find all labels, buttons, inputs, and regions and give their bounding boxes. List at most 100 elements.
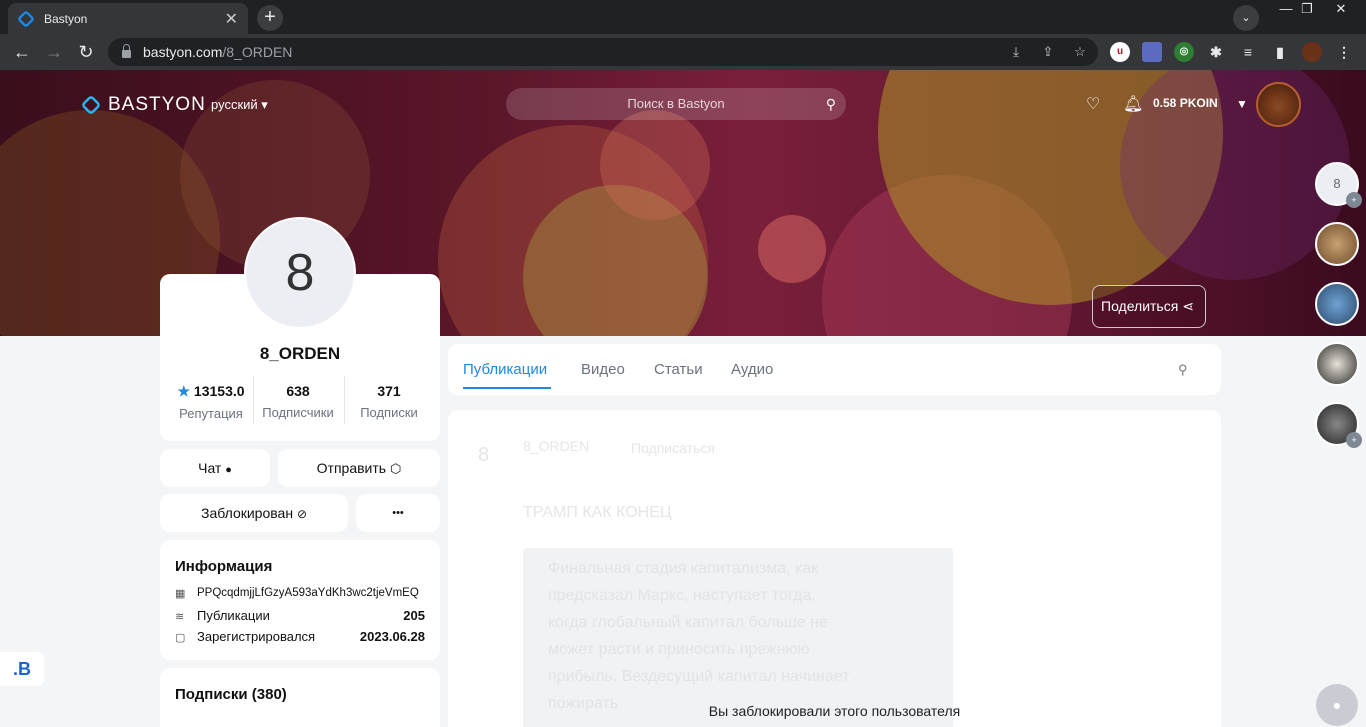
post-card: 8 8_ORDEN Подписаться ТРАМП КАК КОНЕЦ Фи…: [448, 410, 1221, 727]
extensions-puzzle-icon[interactable]: ✱: [1206, 42, 1226, 62]
browser-tab-bar: Bastyon ✕ + ⌄ — ❐ ✕: [0, 0, 1366, 34]
stat-following[interactable]: 371 Подписки: [343, 383, 435, 420]
reputation-label: Репутация: [179, 406, 243, 421]
blocked-message: Вы заблокировали этого пользователя: [708, 703, 961, 719]
search-placeholder: Поиск в Bastyon: [627, 96, 725, 111]
browser-menu-icon[interactable]: ⋮: [1334, 42, 1354, 62]
content-tabs: [448, 344, 1221, 395]
globe-extension-icon[interactable]: ◎: [1174, 42, 1194, 62]
rail-avatar[interactable]: [1315, 282, 1359, 326]
send-label: Отправить: [316, 460, 387, 476]
registered-row: ▢ Зарегистрировался 2023.06.28: [175, 629, 425, 644]
new-tab-button[interactable]: +: [257, 5, 283, 31]
browser-toolbar: ← → ↻ bastyon.com/8_ORDEN ⤓ ⇪ ☆ u ◎ ✱ ≡ …: [0, 34, 1366, 70]
registered-value: 2023.06.28: [359, 629, 425, 644]
bookmark-star-icon[interactable]: ☆: [1072, 44, 1088, 60]
publications-value: 205: [403, 608, 425, 623]
url-host: bastyon.com: [143, 44, 223, 60]
post-line: может расти и приносить прежнюю: [548, 641, 810, 658]
tab-video[interactable]: Видео: [581, 361, 625, 378]
chat-label: Чат: [198, 460, 222, 476]
logo-text: BASTYON: [108, 94, 206, 115]
color-extension-icon[interactable]: [1142, 42, 1162, 62]
pkoin-icon: ⬡: [389, 461, 402, 476]
share-page-icon[interactable]: ⇪: [1040, 44, 1056, 60]
calendar-icon: ▢: [175, 631, 186, 644]
share-button[interactable]: Поделиться ⋖: [1092, 285, 1206, 328]
stat-reputation: ★ 13153.0 Репутация: [165, 383, 257, 421]
url-path: /8_ORDEN: [222, 44, 293, 60]
add-user-icon[interactable]: +: [1346, 432, 1362, 448]
publications-row: ≋ Публикации 205: [175, 608, 425, 623]
bastyon-logo-icon: [80, 94, 102, 116]
address-row: ▦ PPQcqdmjjLfGzyA593aYdKh3wc2tjeVmEQ: [175, 587, 425, 600]
wallet-balance[interactable]: 0.58 PKOIN: [1153, 96, 1218, 110]
restore-icon[interactable]: ❐: [1292, 0, 1322, 18]
blocked-button[interactable]: Заблокирован ⊘: [160, 494, 348, 532]
bell-icon[interactable]: 🔔︎: [1123, 94, 1143, 114]
tab-close-icon[interactable]: ✕: [225, 9, 238, 29]
language-selector[interactable]: русский ▾: [211, 97, 268, 113]
add-user-icon[interactable]: +: [1346, 192, 1362, 208]
language-label: русский: [211, 97, 258, 112]
qr-code-icon: ▦: [175, 588, 186, 600]
search-input[interactable]: Поиск в Bastyon ⚲: [506, 88, 846, 120]
post-title: ТРАМП КАК КОНЕЦ: [523, 504, 672, 521]
media-control-icon[interactable]: ≡: [1238, 42, 1258, 62]
star-icon: ★: [177, 383, 191, 399]
info-card: Информация ▦ PPQcqdmjjLfGzyA593aYdKh3wc2…: [160, 540, 440, 660]
bastyon-logo[interactable]: BASTYON: [80, 94, 206, 116]
post-line: прибыль. Вездесущий капитал начинает: [548, 668, 850, 685]
profile-avatar-icon[interactable]: [1302, 42, 1322, 62]
rail-avatar[interactable]: [1315, 222, 1359, 266]
post-line: Финальная стадия капитализма, как: [548, 560, 819, 577]
info-title: Информация: [175, 558, 273, 575]
registered-label: Зарегистрировался: [197, 629, 316, 644]
heart-icon[interactable]: ♡: [1086, 94, 1100, 114]
blocked-label: Заблокирован: [200, 505, 294, 521]
subscriptions-title[interactable]: Подписки (380): [175, 686, 287, 703]
chat-button[interactable]: Чат ●: [160, 449, 270, 487]
post-author: 8_ORDEN: [523, 438, 590, 454]
following-label: Подписки: [360, 405, 418, 420]
forward-arrow-icon[interactable]: →: [42, 40, 66, 64]
side-panel-icon[interactable]: ▮: [1270, 42, 1290, 62]
publications-label: Публикации: [197, 608, 270, 623]
post-avatar: 8: [478, 444, 490, 466]
reload-icon[interactable]: ↻: [74, 40, 98, 64]
install-icon[interactable]: ⤓: [1008, 44, 1024, 60]
more-button[interactable]: •••: [356, 494, 440, 532]
post-line: когда глобальный капитал больше не: [548, 614, 828, 631]
send-button[interactable]: Отправить ⬡: [278, 449, 440, 487]
back-arrow-icon[interactable]: ←: [10, 40, 34, 64]
wallet-address[interactable]: PPQcqdmjjLfGzyA593aYdKh3wc2tjeVmEQ: [197, 587, 419, 599]
lock-icon: [122, 44, 131, 58]
tab-publications[interactable]: Публикации: [463, 361, 547, 378]
browser-tab[interactable]: Bastyon ✕: [8, 3, 248, 34]
tab-search-icon[interactable]: ⌄: [1233, 5, 1259, 31]
rail-avatar[interactable]: [1315, 342, 1359, 386]
stat-followers[interactable]: 638 Подписчики: [252, 383, 344, 420]
post-line: предсказал Маркс, наступает тогда,: [548, 587, 816, 604]
account-dropdown-icon[interactable]: ▼: [1236, 97, 1248, 111]
bastyon-b-logo-icon[interactable]: .B: [0, 652, 44, 686]
banner-bubble: [600, 110, 710, 220]
address-bar[interactable]: bastyon.com/8_ORDEN ⤓ ⇪ ☆: [108, 38, 1098, 66]
profile-avatar: 8: [244, 217, 356, 329]
followers-label: Подписчики: [262, 405, 334, 420]
bastyon-favicon-icon: [16, 9, 36, 28]
active-tab-underline: [463, 387, 551, 389]
user-avatar[interactable]: [1256, 82, 1301, 127]
search-icon[interactable]: ⚲: [826, 88, 836, 120]
chat-fab-icon[interactable]: ●: [1316, 684, 1358, 726]
tab-audio[interactable]: Аудио: [731, 361, 773, 378]
tab-title: Bastyon: [44, 11, 88, 26]
chat-bubble-icon: ●: [225, 464, 232, 476]
share-icon: ⋖: [1182, 298, 1194, 314]
window-close-icon[interactable]: ✕: [1326, 0, 1356, 18]
tab-articles[interactable]: Статьи: [654, 361, 703, 378]
banner-bubble: [758, 215, 826, 283]
share-label: Поделиться: [1101, 298, 1179, 314]
search-icon[interactable]: ⚲: [1178, 362, 1188, 378]
ublock-extension-icon[interactable]: u: [1110, 42, 1130, 62]
